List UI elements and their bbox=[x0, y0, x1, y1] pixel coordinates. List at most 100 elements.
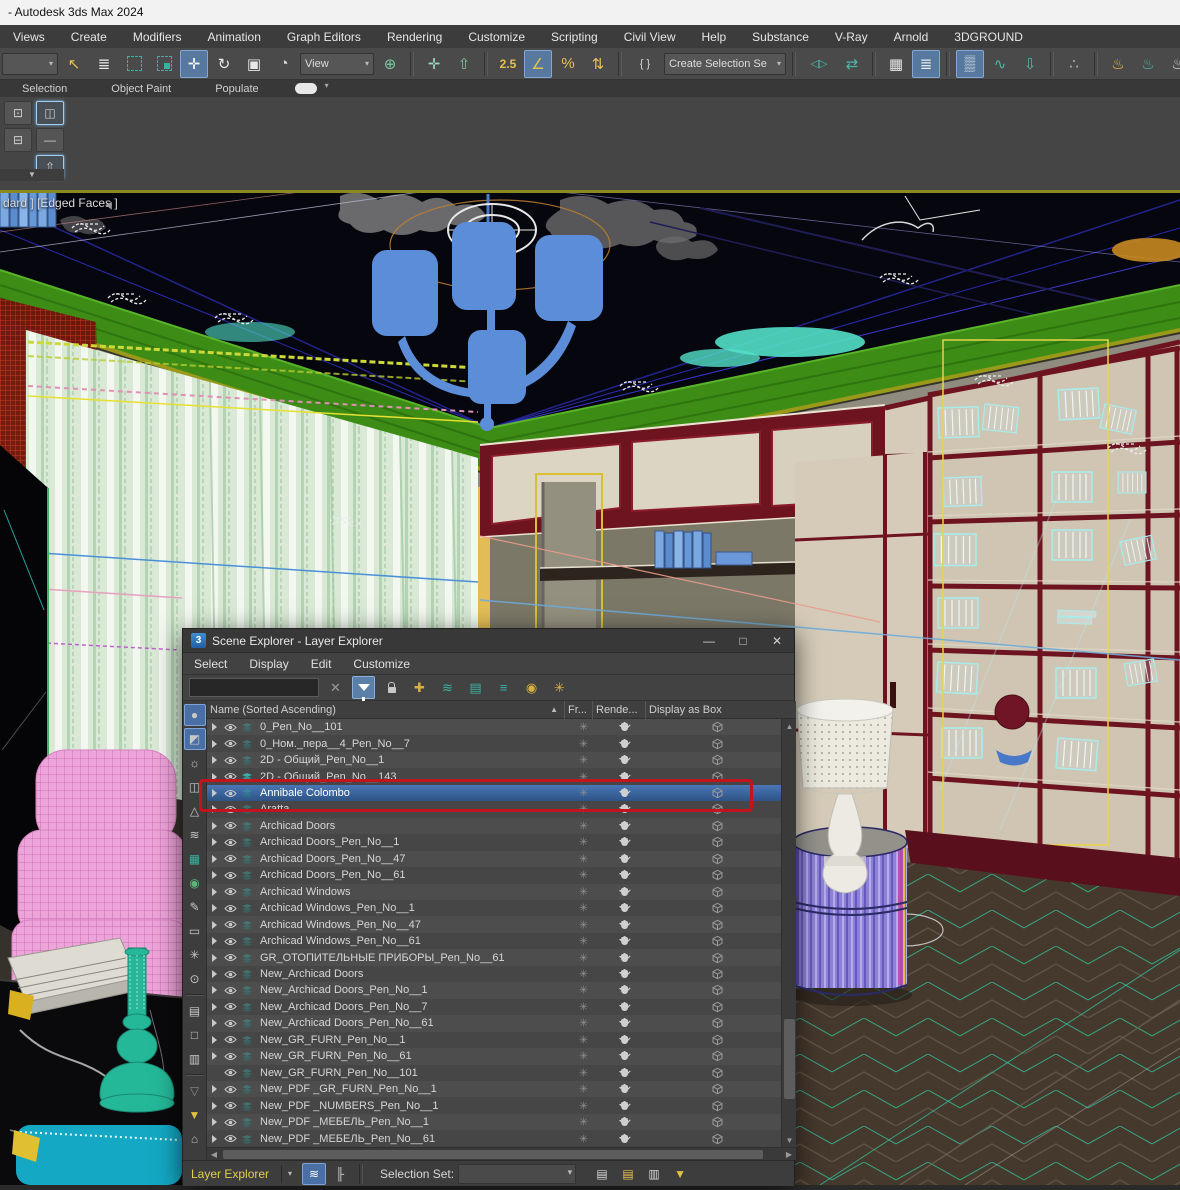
ribbon-tab-selection[interactable]: Selection bbox=[0, 83, 89, 95]
hierarchy-mode-icon[interactable]: ╟ bbox=[328, 1163, 352, 1185]
freeze-toggle-icon[interactable]: ✳ bbox=[548, 676, 571, 699]
expand-arrow-icon[interactable] bbox=[212, 1019, 217, 1028]
use-center-icon[interactable]: ◔ bbox=[270, 50, 298, 78]
freeze-toggle-icon[interactable]: ✳ bbox=[579, 836, 588, 849]
renderable-teapot-icon[interactable] bbox=[618, 771, 632, 782]
snaps-toggle[interactable]: 2.5 bbox=[494, 50, 522, 78]
isolate-selection-icon[interactable]: ∴ bbox=[1060, 50, 1088, 78]
renderable-teapot-icon[interactable] bbox=[618, 755, 632, 765]
select-and-scale-icon[interactable]: ▣ bbox=[240, 50, 268, 78]
menu-item-3dground[interactable]: 3DGROUND bbox=[941, 30, 1036, 44]
renderable-teapot-icon[interactable] bbox=[618, 738, 632, 749]
expand-arrow-icon[interactable] bbox=[212, 1052, 217, 1061]
mode-dropdown-icon[interactable]: ▾ bbox=[281, 1164, 298, 1183]
visibility-eye-icon[interactable] bbox=[224, 723, 237, 732]
layer-row-new-archicad-doors-pen-no-1[interactable]: New_Archicad Doors_Pen_No__1 ✳ bbox=[207, 982, 781, 999]
display-as-box-icon[interactable] bbox=[712, 952, 723, 963]
menu-item-graph-editors[interactable]: Graph Editors bbox=[274, 30, 374, 44]
expand-arrow-icon[interactable] bbox=[212, 854, 217, 863]
align-icon[interactable]: ⇄ bbox=[838, 50, 866, 78]
ribbon-tab-populate[interactable]: Populate bbox=[193, 83, 280, 95]
expand-arrow-icon[interactable] bbox=[212, 887, 217, 896]
layer-row-annibale-colombo[interactable]: Annibale Colombo ✳ bbox=[207, 784, 781, 802]
layers-mode-icon[interactable]: ≋ bbox=[302, 1162, 327, 1185]
display-as-box-icon[interactable] bbox=[712, 985, 723, 996]
layer-row-new-gr-furn-pen-no-1[interactable]: New_GR_FURN_Pen_No__1 ✳ bbox=[207, 1031, 781, 1049]
layer-row-new-pdf-gr-furn-pen-no-1[interactable]: New_PDF _GR_FURN_Pen_No__1 ✳ bbox=[207, 1080, 781, 1098]
visibility-eye-icon[interactable] bbox=[224, 739, 237, 748]
menu-item-views[interactable]: Views bbox=[0, 30, 58, 44]
find-frozen-icon[interactable]: ✳ bbox=[184, 944, 206, 966]
expand-arrow-icon[interactable] bbox=[212, 789, 217, 798]
display-as-box-icon[interactable] bbox=[712, 870, 723, 881]
freeze-toggle-icon[interactable]: ✳ bbox=[579, 951, 588, 964]
visibility-eye-icon[interactable] bbox=[224, 821, 237, 830]
visibility-eye-icon[interactable] bbox=[224, 937, 237, 946]
freeze-toggle-icon[interactable]: ✳ bbox=[579, 1083, 588, 1096]
selection-sets-icon[interactable]: ▤ bbox=[184, 1000, 206, 1022]
column-name[interactable]: Name (Sorted Ascending) ▲ bbox=[207, 701, 565, 719]
menu-item-civil-view[interactable]: Civil View bbox=[611, 30, 689, 44]
pick-color-icon[interactable]: ◉ bbox=[520, 676, 543, 699]
menu-item-arnold[interactable]: Arnold bbox=[881, 30, 942, 44]
renderable-teapot-icon[interactable] bbox=[618, 1034, 632, 1045]
visibility-eye-icon[interactable] bbox=[224, 904, 237, 913]
filter-apply-icon[interactable]: ▼ bbox=[184, 1104, 206, 1126]
freeze-toggle-icon[interactable]: ✳ bbox=[579, 1132, 588, 1145]
freeze-toggle-icon[interactable]: ✳ bbox=[579, 721, 588, 734]
visibility-eye-icon[interactable] bbox=[224, 953, 237, 962]
vertical-scrollbar[interactable]: ▲ ▼ bbox=[781, 719, 796, 1147]
filter-materials-icon[interactable]: ▦ bbox=[184, 848, 206, 870]
visibility-eye-icon[interactable] bbox=[224, 756, 237, 765]
display-as-box-icon[interactable] bbox=[712, 787, 723, 799]
display-as-box-icon[interactable] bbox=[712, 771, 723, 782]
renderable-teapot-icon[interactable] bbox=[618, 952, 632, 963]
select-and-manipulate-icon[interactable]: ✛ bbox=[420, 50, 448, 78]
renderable-teapot-icon[interactable] bbox=[618, 1001, 632, 1012]
horizontal-scrollbar[interactable]: ◀ ▶ bbox=[207, 1147, 796, 1160]
renderable-teapot-icon[interactable] bbox=[618, 1117, 632, 1127]
menu-item-substance[interactable]: Substance bbox=[739, 30, 822, 44]
freeze-toggle-icon[interactable]: ✳ bbox=[579, 984, 588, 997]
display-as-box-icon[interactable] bbox=[712, 935, 723, 947]
renderable-teapot-icon[interactable] bbox=[618, 853, 632, 864]
renderable-teapot-icon[interactable] bbox=[618, 788, 632, 798]
freeze-toggle-icon[interactable]: ✳ bbox=[579, 869, 588, 882]
percent-snap-icon[interactable]: % bbox=[554, 50, 582, 78]
layer-row-archicad-windows-pen-no-47[interactable]: Archicad Windows_Pen_No__47 ✳ bbox=[207, 916, 781, 933]
collect-icon[interactable]: ⌂ bbox=[184, 1128, 206, 1150]
filter-lights-icon[interactable]: ☼ bbox=[184, 752, 206, 774]
visibility-eye-icon[interactable] bbox=[224, 887, 237, 896]
filter-config-icon[interactable]: ▽ bbox=[184, 1080, 206, 1102]
renderable-teapot-icon[interactable] bbox=[618, 1133, 632, 1144]
display-as-box-icon[interactable] bbox=[712, 1034, 723, 1046]
explorer-menu-display[interactable]: Display bbox=[238, 657, 299, 671]
layer-row-0-4-pen-no-7[interactable]: 0_Ном._пера__4_Pen_No__7 ✳ bbox=[207, 735, 781, 752]
rendered-frame-icon[interactable]: ♨ bbox=[1134, 50, 1162, 78]
named-sets-icon[interactable]: { } bbox=[628, 50, 662, 78]
visibility-eye-icon[interactable] bbox=[224, 1002, 237, 1011]
visibility-eye-icon[interactable] bbox=[224, 1035, 237, 1044]
renderable-teapot-icon[interactable] bbox=[618, 985, 632, 995]
filter-cameras-icon[interactable]: ◫ bbox=[184, 776, 206, 798]
notes-icon[interactable]: ▥ bbox=[184, 1048, 206, 1070]
column-display-as-box[interactable]: Display as Box bbox=[646, 701, 781, 719]
freeze-toggle-icon[interactable]: ✳ bbox=[579, 819, 588, 832]
schematic-view-icon[interactable]: ⇩ bbox=[1016, 50, 1044, 78]
renderable-teapot-icon[interactable] bbox=[618, 820, 632, 831]
select-in-layer-icon[interactable]: ▤ bbox=[464, 676, 487, 699]
layer-row-archicad-windows-pen-no-1[interactable]: Archicad Windows_Pen_No__1 ✳ bbox=[207, 899, 781, 917]
layer-row-gr-pen-no-61[interactable]: GR_ОТОПИТЕЛЬНЫЕ ПРИБОРЫ_Pen_No__61 ✳ bbox=[207, 949, 781, 966]
spinner-snap-icon[interactable]: ⇅ bbox=[584, 50, 612, 78]
layer-row-archicad-windows[interactable]: Archicad Windows ✳ bbox=[207, 883, 781, 900]
freeze-toggle-icon[interactable]: ✳ bbox=[579, 902, 588, 915]
window-crossing-icon[interactable] bbox=[150, 50, 178, 78]
freeze-toggle-icon[interactable]: ✳ bbox=[579, 787, 588, 800]
layer-row-new-archicad-doors-pen-no-61[interactable]: New_Archicad Doors_Pen_No__61 ✳ bbox=[207, 1015, 781, 1032]
ribbon-panel-button-1[interactable]: ⊡ bbox=[4, 101, 32, 125]
explorer-titlebar[interactable]: 3 Scene Explorer - Layer Explorer — □ ✕ bbox=[183, 629, 794, 653]
maximize-button[interactable]: □ bbox=[726, 630, 760, 652]
layer-row-new-gr-furn-pen-no-61[interactable]: New_GR_FURN_Pen_No__61 ✳ bbox=[207, 1048, 781, 1065]
freeze-toggle-icon[interactable]: ✳ bbox=[579, 935, 588, 948]
layer-row-0-pen-no-101[interactable]: 0_Pen_No__101 ✳ bbox=[207, 719, 781, 736]
